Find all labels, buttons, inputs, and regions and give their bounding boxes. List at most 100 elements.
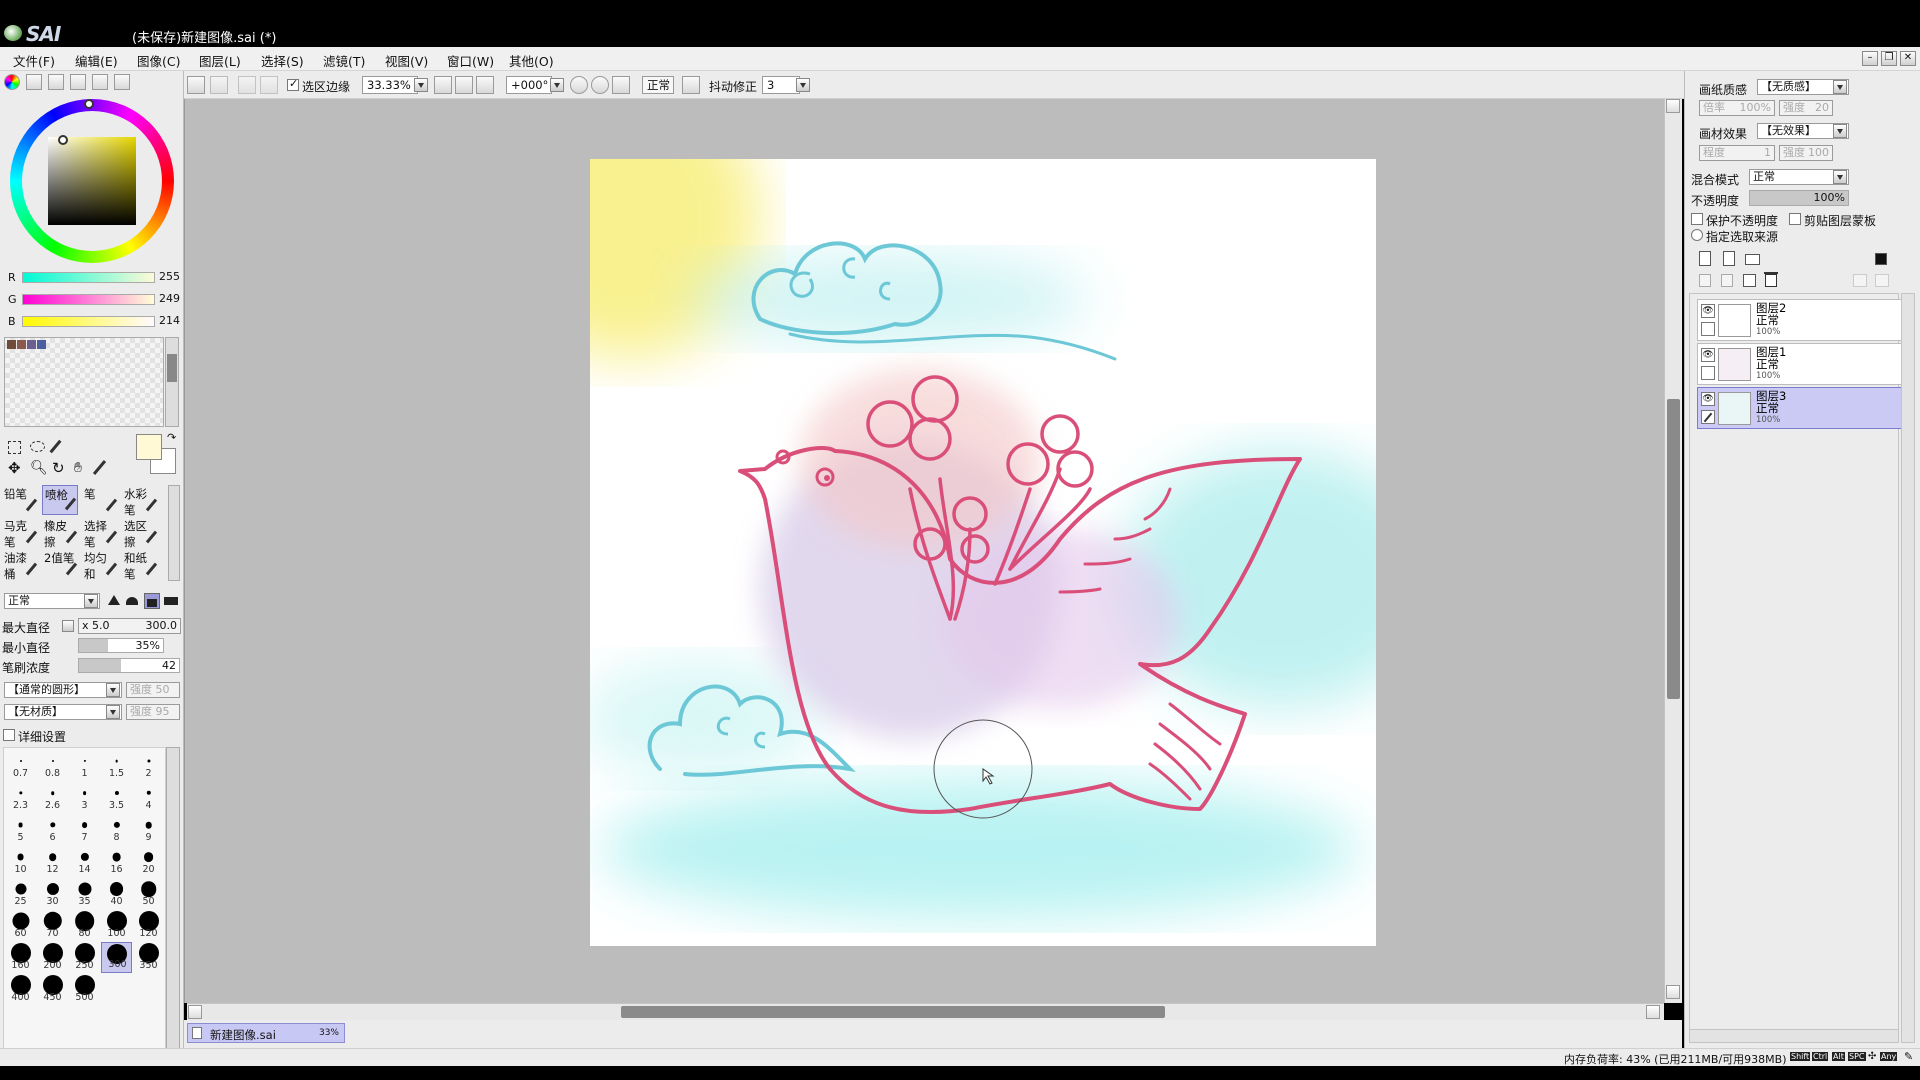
menu-edit[interactable]: 编辑(E)	[75, 51, 118, 70]
scroll-right-icon[interactable]	[1646, 1005, 1660, 1019]
brush-size-10[interactable]: 10	[5, 846, 36, 877]
brush-size-30[interactable]: 30	[37, 878, 68, 909]
new-folder-icon[interactable]	[1745, 254, 1760, 265]
brush-size-60[interactable]: 60	[5, 910, 36, 941]
brush-size-0-7[interactable]: 0.7	[5, 750, 36, 781]
navigator-tab-icon[interactable]	[114, 74, 130, 90]
brush-size-6[interactable]: 6	[37, 814, 68, 845]
scroll-up-icon[interactable]	[1666, 99, 1680, 113]
redo-icon[interactable]	[210, 76, 228, 94]
foreground-color-swatch[interactable]	[136, 434, 162, 460]
protect-opacity-checkbox[interactable]	[1691, 213, 1703, 225]
delete-layer-icon[interactable]	[1764, 272, 1778, 287]
menu-filter[interactable]: 滤镜(T)	[323, 51, 365, 70]
layer-row[interactable]: 👁︎ 图层1 正常 100%	[1697, 343, 1907, 385]
brush-size-8[interactable]: 8	[101, 814, 132, 845]
eye-icon[interactable]: 👁︎	[1701, 392, 1715, 406]
tool-7[interactable]: 选择笔	[82, 517, 118, 549]
g-slider[interactable]	[22, 294, 155, 305]
swatch-scrollbar[interactable]	[165, 337, 179, 427]
max-size-field[interactable]: x 5.0 300.0	[78, 618, 181, 634]
blend-mode-field[interactable]: 正常	[642, 76, 674, 94]
merge-down-icon[interactable]	[1721, 274, 1733, 287]
brush-size-2-3[interactable]: 2.3	[5, 782, 36, 813]
edge-soft-icon[interactable]	[108, 595, 120, 605]
new-layer-icon[interactable]	[1699, 251, 1711, 266]
panel-options-icon[interactable]	[1875, 253, 1887, 265]
brush-size-14[interactable]: 14	[69, 846, 100, 877]
menu-file[interactable]: 文件(F)	[13, 51, 55, 70]
brush-shape-select[interactable]: 【通常的圆形】	[4, 682, 122, 698]
brush-size-350[interactable]: 350	[133, 942, 164, 973]
brush-size-160[interactable]: 160	[5, 942, 36, 973]
brush-size-1[interactable]: 1	[69, 750, 100, 781]
menu-other[interactable]: 其他(O)	[509, 51, 554, 70]
brush-size-16[interactable]: 16	[101, 846, 132, 877]
brush-size-3[interactable]: 3	[69, 782, 100, 813]
tool-6[interactable]: 橡皮擦	[42, 517, 78, 549]
brush-size-9[interactable]: 9	[133, 814, 164, 845]
flip-horizontal-icon[interactable]	[682, 76, 700, 94]
density-slider[interactable]: 42	[78, 658, 180, 673]
chevron-down-icon[interactable]	[84, 594, 98, 608]
brush-size-400[interactable]: 400	[5, 974, 36, 1005]
swatch-color[interactable]	[37, 340, 46, 349]
menu-window[interactable]: 窗口(W)	[447, 51, 494, 70]
layer-row[interactable]: 👁︎ 图层2 正常 100%	[1697, 299, 1907, 341]
swap-colors-icon[interactable]: ↷	[167, 431, 176, 444]
eyedropper-icon[interactable]	[92, 460, 107, 475]
rotate-reset-icon[interactable]	[612, 76, 630, 94]
scroll-left-icon[interactable]	[188, 1005, 202, 1019]
scroll-down-icon[interactable]	[1666, 985, 1680, 999]
zoom-reset-icon[interactable]	[476, 76, 494, 94]
vertical-scrollbar[interactable]	[1664, 99, 1682, 1003]
vertical-scroll-thumb[interactable]	[1667, 399, 1680, 699]
tool-5[interactable]: 马克笔	[2, 517, 38, 549]
invert-selection-icon[interactable]	[260, 76, 278, 94]
brush-size-12[interactable]: 12	[37, 846, 68, 877]
swatch-color[interactable]	[7, 340, 16, 349]
document-tab[interactable]: 新建图像.sai 33%	[187, 1023, 345, 1043]
color-wheel[interactable]	[10, 99, 174, 263]
tool-12[interactable]: 和纸笔	[122, 549, 158, 581]
brush-size-7[interactable]: 7	[69, 814, 100, 845]
scratchpad-tab-icon[interactable]	[92, 74, 108, 90]
minimize-icon[interactable]: –	[1862, 51, 1878, 66]
brush-size-450[interactable]: 450	[37, 974, 68, 1005]
layer-mask-icon[interactable]	[1853, 274, 1867, 287]
eye-icon[interactable]: 👁︎	[1701, 348, 1715, 362]
min-size-slider[interactable]: 35%	[78, 638, 164, 653]
duplicate-layer-icon[interactable]	[1875, 274, 1889, 287]
brush-size-3-5[interactable]: 3.5	[101, 782, 132, 813]
zoom-field[interactable]: 33.33%	[362, 76, 418, 94]
size-grid-scrollbar[interactable]	[166, 747, 180, 1077]
move-icon[interactable]: ✥	[8, 461, 21, 476]
layer-select-checkbox[interactable]	[1701, 366, 1715, 380]
brush-size-20[interactable]: 20	[133, 846, 164, 877]
magic-wand-icon[interactable]	[49, 439, 62, 454]
layer-select-checkbox[interactable]	[1701, 322, 1715, 336]
chevron-down-icon[interactable]	[414, 78, 428, 92]
size-multiplier-icon[interactable]	[62, 620, 74, 632]
brush-size-35[interactable]: 35	[69, 878, 100, 909]
deselect-icon[interactable]	[238, 76, 256, 94]
swatch-color[interactable]	[27, 340, 36, 349]
layer-list-vscrollbar[interactable]	[1901, 293, 1915, 1043]
brush-size-1-5[interactable]: 1.5	[101, 750, 132, 781]
edge-flat-icon[interactable]	[164, 597, 178, 605]
swatch-tab-icon[interactable]	[70, 74, 86, 90]
chevron-down-icon[interactable]	[1833, 170, 1847, 184]
brush-size-100[interactable]: 100	[101, 910, 132, 941]
chevron-down-icon[interactable]	[106, 705, 120, 719]
layer-row-selected[interactable]: 👁︎ 图层3 正常 100%	[1697, 387, 1907, 429]
clear-layer-icon[interactable]	[1743, 274, 1756, 287]
brush-size-25[interactable]: 25	[5, 878, 36, 909]
rgb-slider-tab-icon[interactable]	[26, 74, 42, 90]
menu-layer[interactable]: 图层(L)	[199, 51, 241, 70]
menu-image[interactable]: 图像(C)	[137, 51, 180, 70]
rotation-field[interactable]: +000°	[506, 76, 552, 94]
opacity-slider[interactable]: 100%	[1749, 190, 1849, 206]
rotate-icon[interactable]: ↻	[52, 461, 65, 476]
detail-settings-checkbox[interactable]	[3, 729, 15, 741]
eye-icon[interactable]: 👁︎	[1701, 304, 1715, 318]
